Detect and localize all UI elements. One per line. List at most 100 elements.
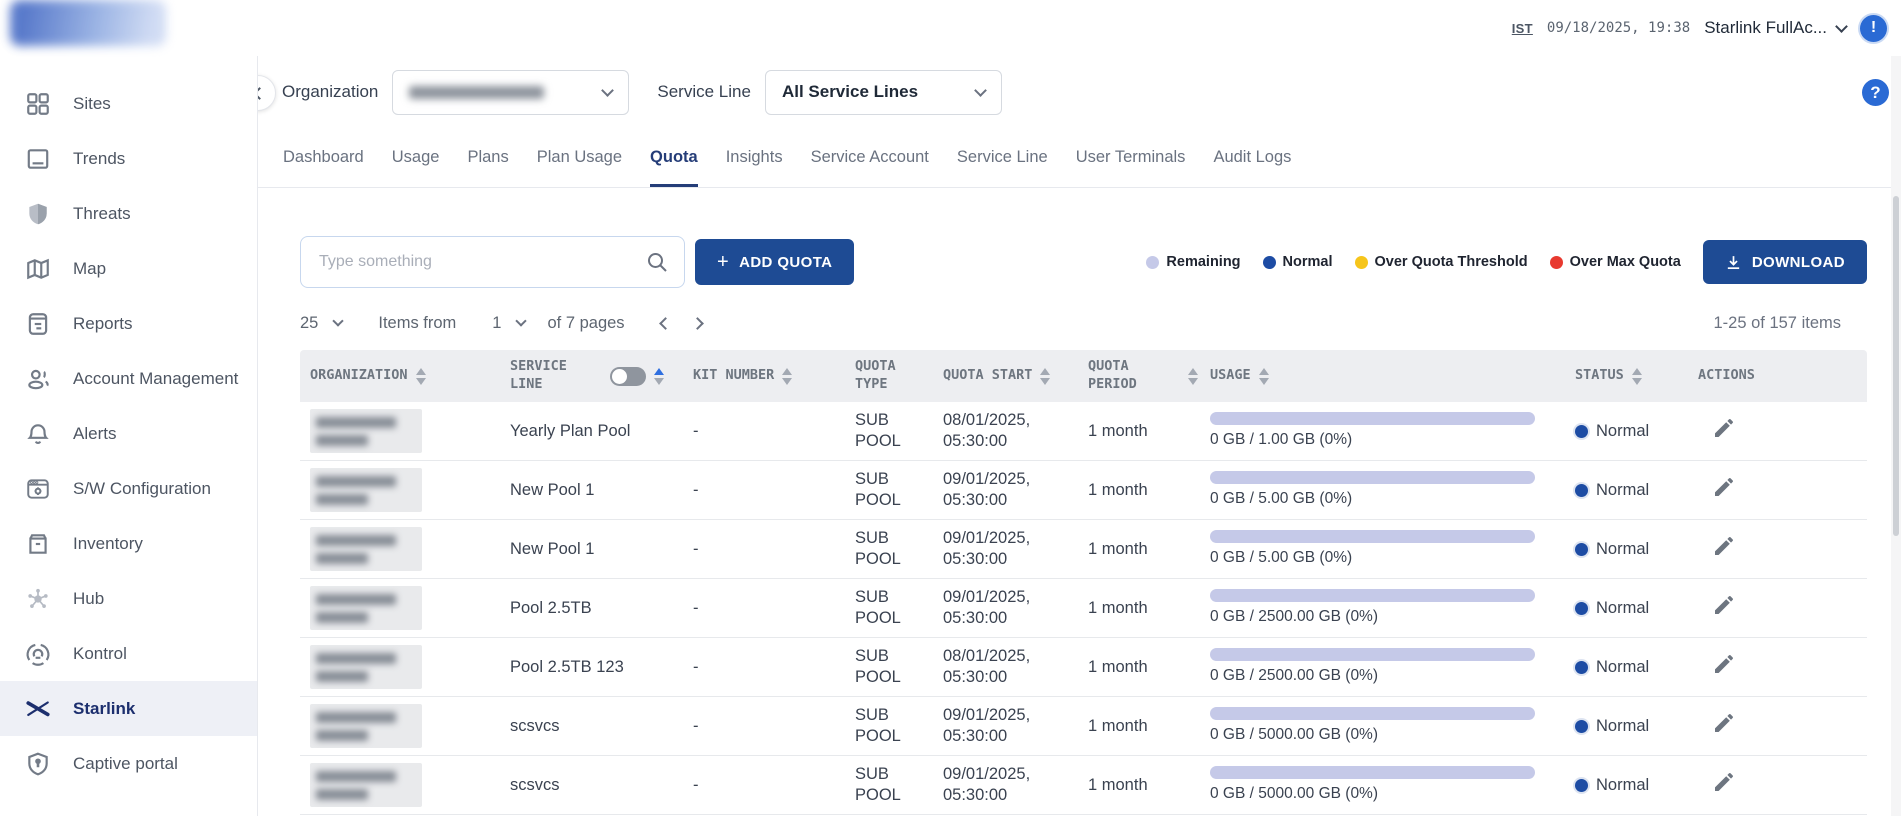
sidebar-item-map[interactable]: Map bbox=[0, 241, 257, 296]
sidebar-item-reports[interactable]: Reports bbox=[0, 296, 257, 351]
search-input[interactable] bbox=[300, 236, 685, 288]
page-value: 1 bbox=[492, 314, 501, 333]
timezone-label[interactable]: IST bbox=[1512, 21, 1533, 36]
service-line-select[interactable]: All Service Lines bbox=[765, 70, 1002, 115]
add-quota-button[interactable]: + ADD QUOTA bbox=[695, 239, 854, 285]
organization-select[interactable] bbox=[392, 70, 629, 115]
legend-item-normal: Normal bbox=[1263, 254, 1333, 270]
cell-kit-number: - bbox=[683, 598, 845, 619]
column-header-status: STATUS bbox=[1565, 350, 1688, 402]
usage-progress-bar bbox=[1210, 648, 1535, 661]
download-label: DOWNLOAD bbox=[1752, 254, 1845, 271]
sidebar-item-alerts[interactable]: Alerts bbox=[0, 406, 257, 461]
alert-badge-icon[interactable]: ! bbox=[1860, 15, 1887, 42]
cell-status: Normal bbox=[1565, 657, 1688, 678]
tab-audit-logs[interactable]: Audit Logs bbox=[1213, 128, 1291, 187]
cell-usage: 0 GB / 5000.00 GB (0%) bbox=[1200, 766, 1565, 803]
tab-dashboard[interactable]: Dashboard bbox=[283, 128, 364, 187]
edit-pencil-icon[interactable] bbox=[1712, 544, 1736, 562]
sidebar-item-label: Reports bbox=[73, 314, 133, 334]
tab-usage[interactable]: Usage bbox=[392, 128, 440, 187]
cell-usage: 0 GB / 5.00 GB (0%) bbox=[1200, 530, 1565, 567]
organization-redacted bbox=[310, 704, 422, 748]
usage-progress-bar bbox=[1210, 766, 1535, 779]
sidebar-item-s-w-configuration[interactable]: S/W Configuration bbox=[0, 461, 257, 516]
cell-quota-period: 1 month bbox=[1078, 598, 1200, 619]
captive-portal-shield-icon bbox=[25, 751, 51, 777]
legend-dot-icon bbox=[1550, 256, 1563, 269]
account-name: Starlink FullAc... bbox=[1704, 18, 1827, 38]
page-size-select[interactable]: 25 bbox=[300, 314, 342, 333]
edit-pencil-icon[interactable] bbox=[1712, 662, 1736, 680]
legend-label: Remaining bbox=[1166, 254, 1240, 270]
sidebar-item-threats[interactable]: Threats bbox=[0, 186, 257, 241]
sort-icon[interactable] bbox=[1188, 368, 1198, 385]
column-label: ORGANIZATION bbox=[310, 367, 408, 385]
sidebar-item-label: Captive portal bbox=[73, 754, 178, 774]
search-icon[interactable] bbox=[645, 250, 669, 274]
legend-label: Over Quota Threshold bbox=[1375, 254, 1528, 270]
cell-quota-start: 08/01/2025, 05:30:00 bbox=[933, 646, 1063, 687]
tab-user-terminals[interactable]: User Terminals bbox=[1076, 128, 1186, 187]
sort-icon[interactable] bbox=[1632, 368, 1642, 385]
edit-pencil-icon[interactable] bbox=[1712, 780, 1736, 798]
cell-service-line: scsvcs bbox=[500, 775, 683, 796]
sort-icon[interactable] bbox=[416, 368, 426, 385]
tab-service-account[interactable]: Service Account bbox=[811, 128, 929, 187]
sidebar-item-inventory[interactable]: Inventory bbox=[0, 516, 257, 571]
trends-icon bbox=[25, 146, 51, 172]
sidebar-item-label: Starlink bbox=[73, 699, 135, 719]
usage-text: 0 GB / 5.00 GB (0%) bbox=[1210, 489, 1565, 508]
cell-kit-number: - bbox=[683, 657, 845, 678]
sidebar-item-label: S/W Configuration bbox=[73, 479, 211, 499]
sidebar-item-account-management[interactable]: Account Management bbox=[0, 351, 257, 406]
next-page-button[interactable] bbox=[685, 310, 711, 336]
cell-usage: 0 GB / 2500.00 GB (0%) bbox=[1200, 589, 1565, 626]
column-header-usage: USAGE bbox=[1200, 350, 1565, 402]
cell-actions bbox=[1688, 534, 1867, 564]
edit-pencil-icon[interactable] bbox=[1712, 721, 1736, 739]
cell-quota-type: SUB POOL bbox=[845, 528, 920, 569]
sort-icon[interactable] bbox=[1040, 368, 1050, 385]
tab-plans[interactable]: Plans bbox=[467, 128, 508, 187]
column-label: KIT NUMBER bbox=[693, 367, 774, 385]
edit-pencil-icon[interactable] bbox=[1712, 603, 1736, 621]
sidebar-item-kontrol[interactable]: Kontrol bbox=[0, 626, 257, 681]
edit-pencil-icon[interactable] bbox=[1712, 485, 1736, 503]
sidebar-item-starlink[interactable]: Starlink bbox=[0, 681, 257, 736]
tab-service-line[interactable]: Service Line bbox=[957, 128, 1048, 187]
cell-quota-start: 09/01/2025, 05:30:00 bbox=[933, 705, 1063, 746]
sidebar-item-captive-portal[interactable]: Captive portal bbox=[0, 736, 257, 791]
cell-actions bbox=[1688, 770, 1867, 800]
cell-usage: 0 GB / 5000.00 GB (0%) bbox=[1200, 707, 1565, 744]
sidebar-item-sites[interactable]: Sites bbox=[0, 76, 257, 131]
sort-icon[interactable] bbox=[1259, 368, 1269, 385]
page-scrollbar-thumb[interactable] bbox=[1893, 196, 1899, 536]
account-menu[interactable]: Starlink FullAc... bbox=[1704, 18, 1846, 38]
tab-quota[interactable]: Quota bbox=[650, 128, 698, 187]
cell-usage: 0 GB / 5.00 GB (0%) bbox=[1200, 471, 1565, 508]
cell-organization bbox=[300, 645, 500, 689]
tab-insights[interactable]: Insights bbox=[726, 128, 783, 187]
column-header-quota-period: QUOTA PERIOD bbox=[1078, 350, 1200, 402]
tab-plan-usage[interactable]: Plan Usage bbox=[537, 128, 622, 187]
status-dot-icon bbox=[1575, 661, 1588, 674]
sidebar-item-hub[interactable]: Hub bbox=[0, 571, 257, 626]
prev-page-button[interactable] bbox=[653, 310, 679, 336]
legend-dot-icon bbox=[1263, 256, 1276, 269]
help-icon[interactable]: ? bbox=[1862, 79, 1889, 106]
cell-organization bbox=[300, 704, 500, 748]
cell-kit-number: - bbox=[683, 421, 845, 442]
download-button[interactable]: DOWNLOAD bbox=[1703, 240, 1867, 284]
sort-icon[interactable] bbox=[654, 368, 664, 385]
cell-quota-type: SUB POOL bbox=[845, 469, 920, 510]
sidebar-item-trends[interactable]: Trends bbox=[0, 131, 257, 186]
service-line-toggle[interactable] bbox=[610, 367, 646, 386]
table-row: New Pool 1-SUB POOL09/01/2025, 05:30:001… bbox=[300, 461, 1867, 520]
usage-progress-bar bbox=[1210, 530, 1535, 543]
sort-icon[interactable] bbox=[782, 368, 792, 385]
page-select[interactable]: 1 bbox=[492, 314, 525, 333]
edit-pencil-icon[interactable] bbox=[1712, 426, 1736, 444]
usage-text: 0 GB / 2500.00 GB (0%) bbox=[1210, 607, 1565, 626]
status-dot-icon bbox=[1575, 425, 1588, 438]
